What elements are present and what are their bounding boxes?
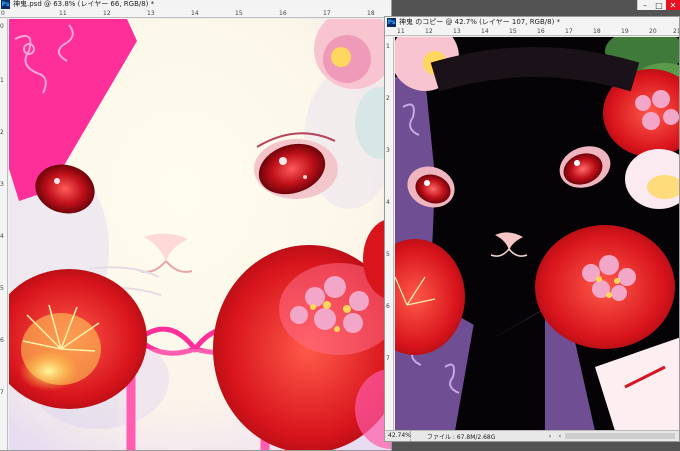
right-window-titlebar[interactable]: Ps 神鬼 のコピー @ 42.7% (レイヤー 107, RGB/8) * — [385, 17, 679, 27]
left-document-window[interactable]: Ps 神鬼.psd @ 63.8% (レイヤー 66, RGB/8) * 0 1… — [0, 0, 392, 451]
chevron-right-icon[interactable]: › — [545, 433, 555, 440]
right-document-window[interactable]: Ps 神鬼 のコピー @ 42.7% (レイヤー 107, RGB/8) * 1… — [384, 16, 680, 442]
photoshop-icon: Ps — [387, 17, 396, 27]
right-canvas-black-rabbit-artwork[interactable] — [395, 37, 679, 431]
window-controls: – □ ✕ — [637, 0, 680, 10]
white-rabbit-illustration — [9, 19, 391, 450]
close-icon[interactable]: ✕ — [666, 0, 680, 10]
right-vertical-ruler[interactable]: 1 2 3 4 5 6 7 — [385, 37, 394, 432]
photoshop-icon: Ps — [1, 0, 10, 9]
left-canvas-white-rabbit-artwork[interactable] — [9, 19, 391, 450]
maximize-icon[interactable]: □ — [652, 0, 666, 10]
black-rabbit-illustration — [395, 37, 679, 431]
left-vertical-ruler[interactable]: 0 1 2 3 4 5 6 7 — [0, 19, 8, 450]
left-horizontal-ruler[interactable]: 0 11 12 13 14 15 16 17 18 — [0, 9, 391, 18]
left-window-titlebar[interactable]: Ps 神鬼.psd @ 63.8% (レイヤー 66, RGB/8) * — [0, 0, 391, 9]
minimize-icon[interactable]: – — [638, 0, 652, 10]
chevron-left-icon[interactable]: ‹ — [555, 433, 565, 440]
zoom-level-field[interactable]: 42.74% — [385, 431, 411, 441]
file-size-info[interactable]: ファイル : 67.8M/2.68G — [411, 432, 545, 441]
horizontal-scrollbar[interactable] — [565, 433, 675, 439]
right-window-statusbar: 42.74% ファイル : 67.8M/2.68G › ‹ — [385, 430, 679, 441]
right-window-title: 神鬼 のコピー @ 42.7% (レイヤー 107, RGB/8) * — [399, 18, 561, 26]
right-horizontal-ruler[interactable]: 11 12 13 14 15 16 17 18 19 20 21 — [385, 27, 679, 36]
left-window-title: 神鬼.psd @ 63.8% (レイヤー 66, RGB/8) * — [13, 0, 155, 8]
